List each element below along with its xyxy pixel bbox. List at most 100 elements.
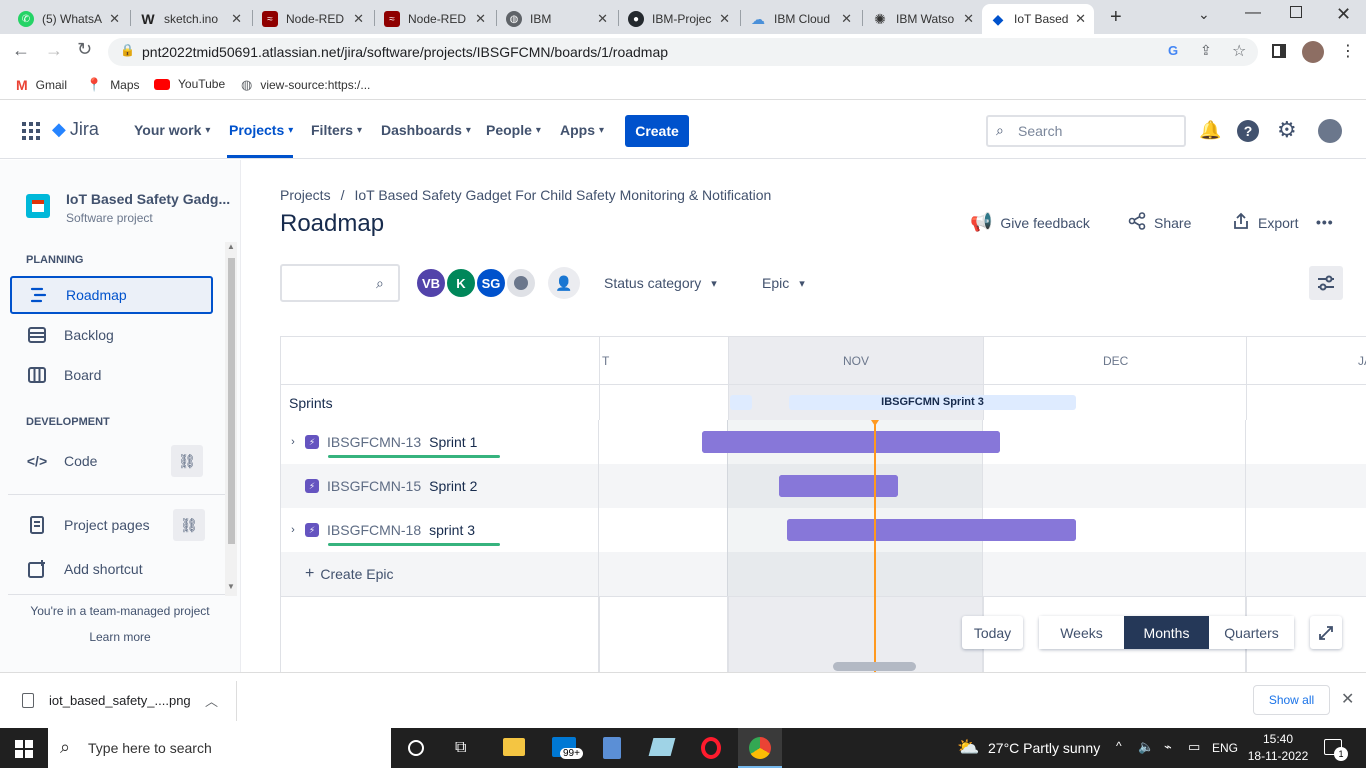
give-feedback-button[interactable]: 📢 Give feedback xyxy=(970,212,1090,233)
settings-icon[interactable]: ⚙ xyxy=(1277,117,1297,143)
epic-key[interactable]: IBSGFCMN-15 xyxy=(327,478,421,494)
side-panel-icon[interactable] xyxy=(1272,44,1286,58)
create-epic-button[interactable]: Create Epic xyxy=(320,566,393,582)
nav-projects[interactable]: Projects ▾ xyxy=(229,122,293,138)
close-icon[interactable]: ✕ xyxy=(109,11,120,27)
breadcrumb-projects[interactable]: Projects xyxy=(280,187,331,203)
help-icon[interactable]: ? xyxy=(1237,120,1259,142)
task-view-icon[interactable]: ⧉ xyxy=(455,739,466,757)
profile-avatar[interactable] xyxy=(1302,41,1324,63)
browser-tab[interactable]: ● IBM-Projec ✕ xyxy=(620,4,738,34)
scroll-down-icon[interactable]: ▼ xyxy=(227,582,235,591)
close-icon[interactable]: ✕ xyxy=(1075,11,1086,27)
close-icon[interactable]: ✕ xyxy=(1341,689,1354,709)
sidebar-item-board[interactable]: Board xyxy=(10,356,213,394)
timeline-scrollbar[interactable] xyxy=(833,662,916,671)
forward-icon[interactable]: → xyxy=(45,40,63,61)
chevron-right-icon[interactable]: › xyxy=(281,436,305,448)
scroll-up-icon[interactable]: ▲ xyxy=(227,242,235,251)
close-icon[interactable]: ✕ xyxy=(963,11,974,27)
add-people-icon[interactable]: 👤 xyxy=(548,267,580,299)
download-filename[interactable]: iot_based_safety_....png xyxy=(49,693,191,708)
window-close-icon[interactable]: ✕ xyxy=(1336,4,1351,25)
scrollbar-thumb[interactable] xyxy=(228,258,235,544)
browser-tab[interactable]: ◍ IBM ✕ xyxy=(498,4,616,34)
browser-tab[interactable]: ☁ IBM Cloud ✕ xyxy=(742,4,860,34)
create-button[interactable]: Create xyxy=(625,115,689,147)
sidebar-item-add-shortcut[interactable]: Add shortcut xyxy=(10,550,213,588)
more-actions-icon[interactable]: ••• xyxy=(1316,214,1334,230)
unassigned-avatar[interactable] xyxy=(505,267,537,299)
share-page-icon[interactable]: ⇪ xyxy=(1200,42,1212,59)
cortana-icon[interactable] xyxy=(408,740,424,756)
sprint-marker[interactable] xyxy=(730,395,752,410)
calculator-icon[interactable] xyxy=(603,737,621,759)
epic-bar[interactable] xyxy=(779,475,898,497)
view-settings-button[interactable] xyxy=(1309,266,1343,300)
browser-tab[interactable]: ✆ (5) WhatsA ✕ xyxy=(10,4,128,34)
nav-your-work[interactable]: Your work ▾ xyxy=(134,122,210,138)
breadcrumb-project[interactable]: IoT Based Safety Gadget For Child Safety… xyxy=(354,187,771,203)
bookmark-youtube[interactable]: YouTube xyxy=(154,77,225,91)
clock-time[interactable]: 15:40 xyxy=(1250,732,1306,746)
share-button[interactable]: Share xyxy=(1128,212,1191,233)
zoom-months-button[interactable]: Months xyxy=(1124,616,1209,649)
browser-tab[interactable]: W sketch.ino ✕ xyxy=(132,4,250,34)
weather-icon[interactable]: ⛅ xyxy=(957,737,979,758)
bookmark-star-icon[interactable]: ☆ xyxy=(1232,41,1246,61)
maximize-icon[interactable] xyxy=(1290,6,1302,18)
url-bar[interactable]: 🔒 pnt2022tmid50691.atlassian.net/jira/so… xyxy=(108,38,1258,66)
avatar-vb[interactable]: VB xyxy=(415,267,447,299)
chevron-right-icon[interactable]: › xyxy=(281,524,305,536)
epic-name[interactable]: Sprint 2 xyxy=(429,478,477,494)
nav-apps[interactable]: Apps ▾ xyxy=(560,122,604,138)
sidebar-scrollbar[interactable]: ▲ ▼ xyxy=(225,242,237,596)
zoom-quarters-button[interactable]: Quarters xyxy=(1209,616,1294,649)
language-indicator[interactable]: ENG xyxy=(1212,741,1238,755)
nav-people[interactable]: People ▾ xyxy=(486,122,541,138)
sidebar-item-roadmap[interactable]: Roadmap xyxy=(10,276,213,314)
file-explorer-icon[interactable] xyxy=(503,738,525,756)
browser-tab[interactable]: ≈ Node-RED ✕ xyxy=(254,4,372,34)
close-icon[interactable]: ✕ xyxy=(841,11,852,27)
back-icon[interactable]: ← xyxy=(12,40,30,61)
sprint-bar[interactable]: IBSGFCMN Sprint 3 xyxy=(789,395,1076,410)
tab-search-icon[interactable]: ⌄ xyxy=(1198,6,1210,23)
browser-tab[interactable]: ≈ Node-RED ✕ xyxy=(376,4,494,34)
sidebar-item-backlog[interactable]: Backlog xyxy=(10,316,213,354)
status-category-filter[interactable]: Status category ▾ xyxy=(604,275,717,291)
epic-key[interactable]: IBSGFCMN-18 xyxy=(327,522,421,538)
unlink-icon[interactable]: ⛓ xyxy=(171,445,203,477)
project-name[interactable]: IoT Based Safety Gadg... xyxy=(66,191,230,207)
browser-tab-active[interactable]: ◆ IoT Based ✕ xyxy=(982,4,1094,34)
export-button[interactable]: Export xyxy=(1232,212,1298,233)
nav-dashboards[interactable]: Dashboards ▾ xyxy=(381,122,471,138)
epic-bar[interactable] xyxy=(702,431,1000,453)
clock-date[interactable]: 18-11-2022 xyxy=(1240,749,1316,763)
show-all-button[interactable]: Show all xyxy=(1253,685,1330,715)
volume-icon[interactable]: 🔈 xyxy=(1138,739,1154,755)
epic-key[interactable]: IBSGFCMN-13 xyxy=(327,434,421,450)
bookmark-maps[interactable]: 📍 Maps xyxy=(86,77,140,93)
close-icon[interactable]: ✕ xyxy=(475,11,486,27)
chevron-up-icon[interactable]: ^ xyxy=(1116,739,1122,753)
avatar-k[interactable]: K xyxy=(445,267,477,299)
browser-tab[interactable]: ✺ IBM Watso ✕ xyxy=(864,4,982,34)
google-icon[interactable]: G xyxy=(1168,43,1178,58)
weather-text[interactable]: 27°C Partly sunny xyxy=(988,740,1100,756)
new-tab-icon[interactable]: + xyxy=(1110,6,1122,29)
taskbar-search-input[interactable]: ⌕ Type here to search xyxy=(48,728,391,768)
network-icon[interactable]: ⌁ xyxy=(1164,739,1172,755)
windows-start-icon[interactable] xyxy=(15,740,33,758)
browser-menu-icon[interactable]: ⋮ xyxy=(1340,41,1356,61)
nav-filters[interactable]: Filters ▾ xyxy=(311,122,362,138)
bookmark-gmail[interactable]: M Gmail xyxy=(16,77,67,93)
close-icon[interactable]: ✕ xyxy=(231,11,242,27)
avatar-sg[interactable]: SG xyxy=(475,267,507,299)
epic-name[interactable]: Sprint 1 xyxy=(429,434,477,450)
epic-filter[interactable]: Epic ▾ xyxy=(762,275,805,291)
unlink-icon[interactable]: ⛓ xyxy=(173,509,205,541)
fullscreen-button[interactable] xyxy=(1310,616,1342,649)
search-input[interactable]: ⌕ Search xyxy=(986,115,1186,147)
app-switcher-icon[interactable] xyxy=(22,122,40,140)
